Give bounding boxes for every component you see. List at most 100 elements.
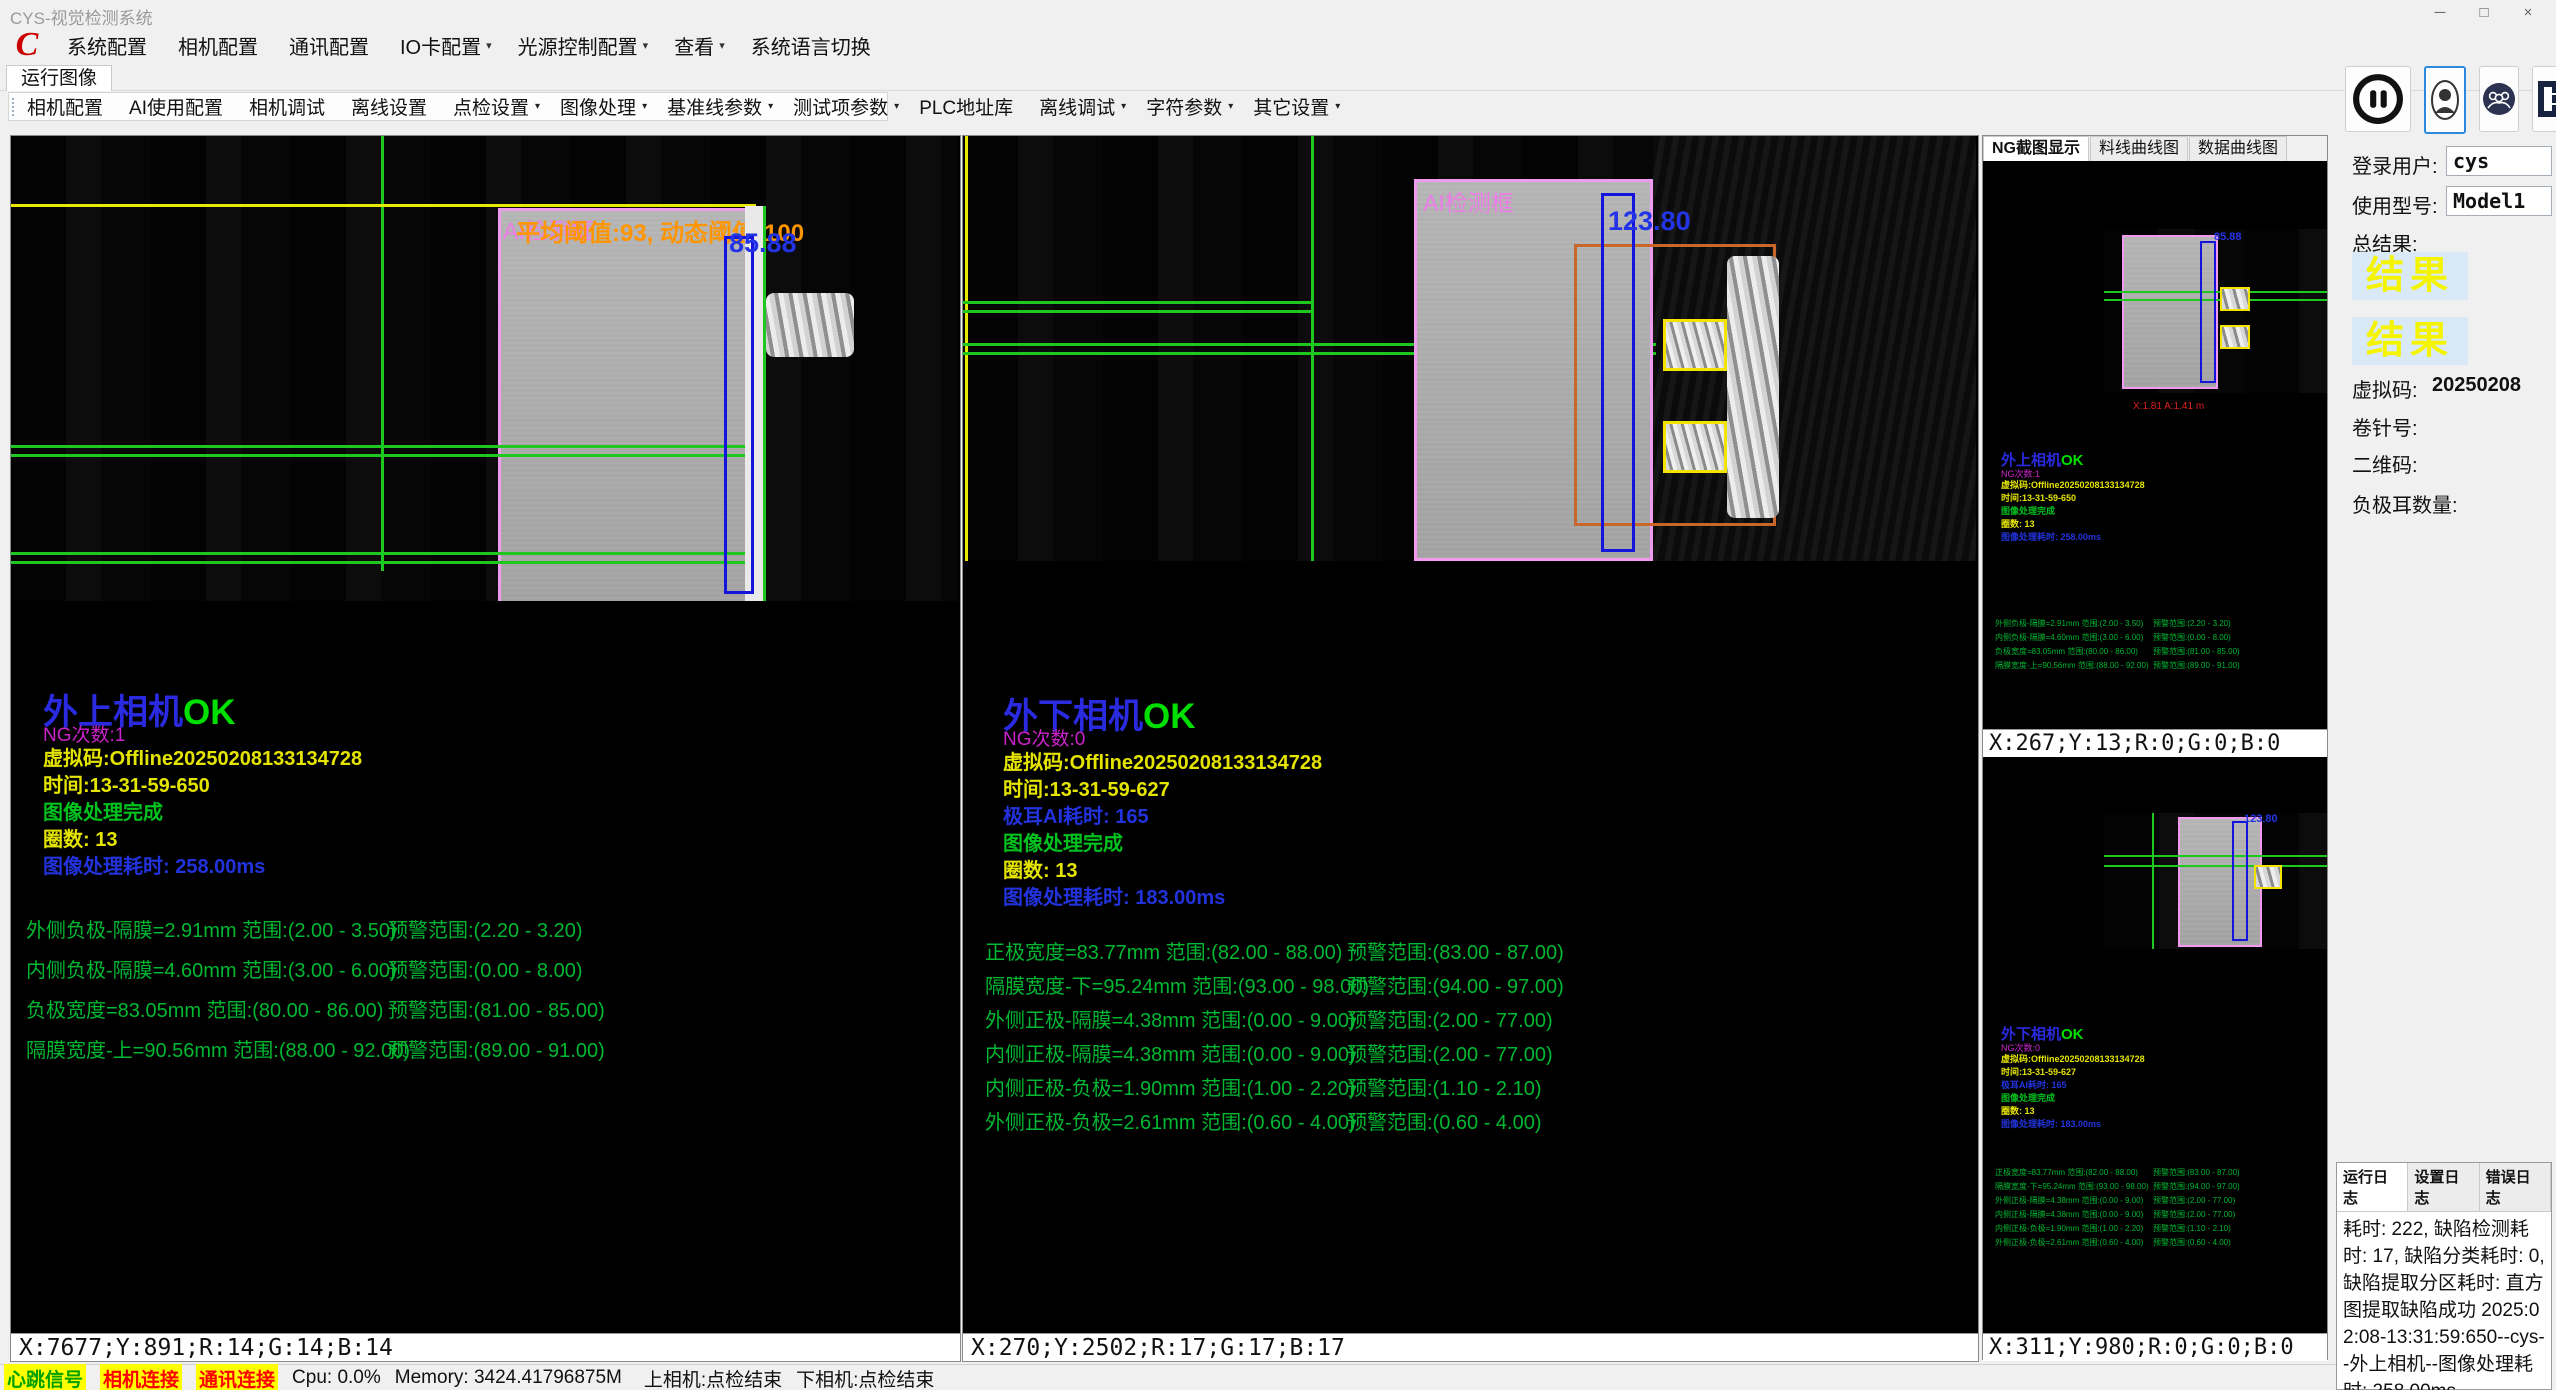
toolbar-item[interactable]: 离线设置 (341, 93, 443, 120)
user-group-button[interactable] (2479, 66, 2519, 132)
ai-time-line: 极耳AI耗时: 165 (1003, 804, 1843, 831)
menu-item[interactable]: 系统语言切换 (738, 31, 889, 60)
toolbar-grip[interactable] (12, 98, 14, 116)
mini-ng-count: NG次数:1 (2001, 469, 2145, 479)
log-content[interactable]: 耗时: 222, 缺陷检测耗时: 17, 缺陷分类耗时: 0, 缺陷提取分区耗时… (2337, 1212, 2551, 1390)
time-line: 时间:13-31-59-650 (43, 773, 883, 800)
menu-item[interactable]: IO卡配置▾ (387, 31, 505, 60)
measure-line (11, 454, 763, 457)
menu-item[interactable]: 通讯配置 (276, 31, 387, 60)
toolbar-item[interactable]: AI使用配置 (119, 93, 239, 120)
datum-line-yellow (11, 204, 756, 207)
chevron-down-icon: ▾ (643, 39, 649, 52)
lower-camera-view[interactable]: AI检测框 123.80 外下相机OK NG次数:0 虚拟码:Offline20… (962, 135, 1979, 1362)
exit-button[interactable] (2532, 66, 2556, 132)
toolbar-item[interactable]: 相机调试 (239, 93, 341, 120)
mini-title: 外下相机OK (2001, 1027, 2145, 1043)
qr-code-label: 二维码: (2352, 449, 2418, 478)
toolbar-item[interactable]: 字符参数▾ (1136, 93, 1243, 120)
maximize-icon[interactable]: □ (2462, 0, 2506, 26)
product-region (498, 208, 749, 601)
process-done-line: 图像处理完成 (1003, 831, 1843, 858)
datum-line-vertical (381, 136, 384, 571)
log-tabs: 运行日志 设置日志 错误日志 (2337, 1163, 2551, 1212)
virtual-code-value: 20250208 (2432, 374, 2521, 397)
measurement-row: 负极宽度=83.05mm 范围:(80.00 - 86.00) 预警范围:(81… (26, 988, 926, 1028)
chevron-down-icon: ▾ (1335, 101, 1340, 112)
mini-elapsed: 图像处理耗时: 183.00ms (2001, 1118, 2145, 1131)
tab-settings-log[interactable]: 设置日志 (2408, 1163, 2479, 1211)
result-box-upper: 结果 (2352, 252, 2468, 300)
virtual-code-label: 虚拟码: (2352, 374, 2418, 403)
mini-measurements-upper: 外侧负极-隔膜=2.91mm 范围:(2.00 - 3.50)预警范围:(2.2… (1995, 616, 2325, 672)
mini-camera-image: 85.88 (2104, 229, 2327, 393)
menu-item[interactable]: 光源控制配置▾ (505, 31, 662, 60)
process-done-line: 图像处理完成 (43, 800, 883, 827)
measure-value: 85.88 (729, 228, 797, 259)
single-user-button[interactable] (2424, 66, 2466, 134)
mini-yellow-box (2254, 865, 2282, 889)
chevron-down-icon: ▾ (642, 101, 647, 112)
toolbar-item[interactable]: 点检设置▾ (443, 93, 550, 120)
upper-camera-view[interactable]: AI检测框 平均阈值:93, 动态阈值:100 85.88 外上相机OK NG次… (10, 135, 961, 1362)
mini-measurement-row: 外侧正极-隔膜=4.38mm 范围:(0.00 - 9.00)预警范围:(2.0… (1995, 1193, 2325, 1207)
model-field[interactable]: Model1 (2446, 186, 2552, 216)
toolbar-item[interactable]: 相机配置 (17, 93, 119, 120)
toolbar-item[interactable]: 图像处理▾ (550, 93, 657, 120)
menu-item[interactable]: 相机配置 (165, 31, 276, 60)
ng-view-lower[interactable]: 123.80 外下相机OK NG次数:0 虚拟码:Offline20250208… (1983, 757, 2327, 1333)
measurement-row: 外侧正极-隔膜=4.38mm 范围:(0.00 - 9.00) 预警范围:(2.… (985, 1001, 1945, 1035)
close-icon[interactable]: × (2506, 0, 2550, 26)
toolbar-item[interactable]: 基准线参数▾ (657, 93, 783, 120)
toolbar-item[interactable]: 测试项参数▾ (783, 93, 909, 120)
edge-line-yellow (965, 136, 968, 561)
chevron-down-icon: ▾ (486, 39, 492, 52)
measurement-row: 外侧正极-负极=2.61mm 范围:(0.60 - 4.00) 预警范围:(0.… (985, 1103, 1945, 1137)
app-logo-icon: C (8, 28, 46, 62)
pause-icon (2350, 71, 2406, 127)
log-panel: 运行日志 设置日志 错误日志 耗时: 222, 缺陷检测耗时: 17, 缺陷分类… (2336, 1162, 2552, 1390)
cpu-usage: Cpu: 0.0% (292, 1367, 381, 1389)
upper-camera-status: 上相机:点检结束 (644, 1365, 782, 1390)
detect-box-yellow (1663, 319, 1727, 371)
chevron-down-icon: ▾ (768, 101, 773, 112)
measure-box-blue (1601, 193, 1635, 552)
minimize-icon[interactable]: ─ (2418, 0, 2462, 26)
tab-material-curve[interactable]: 料线曲线图 (2090, 136, 2188, 161)
lower-measurements: 正极宽度=83.77mm 范围:(82.00 - 88.00) 预警范围:(83… (985, 933, 1945, 1137)
title-bar: CYS-视觉检测系统 ─ □ × (0, 0, 2556, 26)
mini-measurement-row: 正极宽度=83.77mm 范围:(82.00 - 88.00)预警范围:(83.… (1995, 1165, 2325, 1179)
tab-error-log[interactable]: 错误日志 (2480, 1163, 2551, 1211)
upper-measurements: 外侧负极-隔膜=2.91mm 范围:(2.00 - 3.50) 预警范围:(2.… (26, 908, 926, 1068)
ng-view-upper[interactable]: 85.88 X:1.81 A:1.41 m 外上相机OK NG次数:1 虚拟码:… (1983, 161, 2327, 729)
mini-done: 图像处理完成 (2001, 1092, 2145, 1105)
menu-item[interactable]: 系统配置 (54, 31, 165, 60)
measure-line (963, 310, 1311, 313)
turn-count-line: 圈数: 13 (43, 827, 883, 854)
pause-button[interactable] (2345, 66, 2411, 132)
toolbar-item[interactable]: 离线调试▾ (1029, 93, 1136, 120)
measurement-row: 外侧负极-隔膜=2.91mm 范围:(2.00 - 3.50) 预警范围:(2.… (26, 908, 926, 948)
tab-data-curve[interactable]: 数据曲线图 (2189, 136, 2287, 161)
ng-coord-bar-lower: X:311;Y:980;R:0;G:0;B:0 (1983, 1333, 2327, 1361)
tab-run-image[interactable]: 运行图像 (6, 65, 112, 91)
mini-time: 时间:13-31-59-627 (2001, 1066, 2145, 1079)
mini-measure-value: 123.80 (2244, 813, 2278, 825)
mini-measurement-row: 负极宽度=83.05mm 范围:(80.00 - 86.00)预警范围:(81.… (1995, 644, 2325, 658)
toolbar: 相机配置 AI使用配置 相机调试 离线设置 点检设置▾ 图像处理▾ 基准线参数▾… (8, 92, 888, 121)
measurement-row: 正极宽度=83.77mm 范围:(82.00 - 88.00) 预警范围:(83… (985, 933, 1945, 967)
menu-item[interactable]: 查看▾ (661, 31, 738, 60)
menu-bar: C 系统配置 相机配置 通讯配置 IO卡配置▾ 光源控制配置▾ 查看▾ 系统语言… (0, 26, 2556, 64)
login-user-field[interactable]: cys (2446, 146, 2552, 176)
mini-measure-value: 85.88 (2214, 231, 2242, 243)
toolbar-item[interactable]: 其它设置▾ (1243, 93, 1350, 120)
mini-measurement-row: 外侧正极-负极=2.61mm 范围:(0.60 - 4.00)预警范围:(0.6… (1995, 1235, 2325, 1249)
measure-line (11, 445, 763, 448)
mini-measurement-row: 隔膜宽度-上=90.56mm 范围:(88.00 - 92.00)预警范围:(8… (1995, 658, 2325, 672)
mini-measurement-row: 内侧负极-隔膜=4.60mm 范围:(3.00 - 6.00)预警范围:(0.0… (1995, 630, 2325, 644)
tab-ng-display[interactable]: NG截图显示 (1983, 136, 2089, 161)
toolbar-item[interactable]: PLC地址库 (909, 93, 1029, 120)
tab-run-log[interactable]: 运行日志 (2337, 1163, 2408, 1211)
measurement-row: 隔膜宽度-下=95.24mm 范围:(93.00 - 98.00) 预警范围:(… (985, 967, 1945, 1001)
measure-line (963, 301, 1311, 304)
